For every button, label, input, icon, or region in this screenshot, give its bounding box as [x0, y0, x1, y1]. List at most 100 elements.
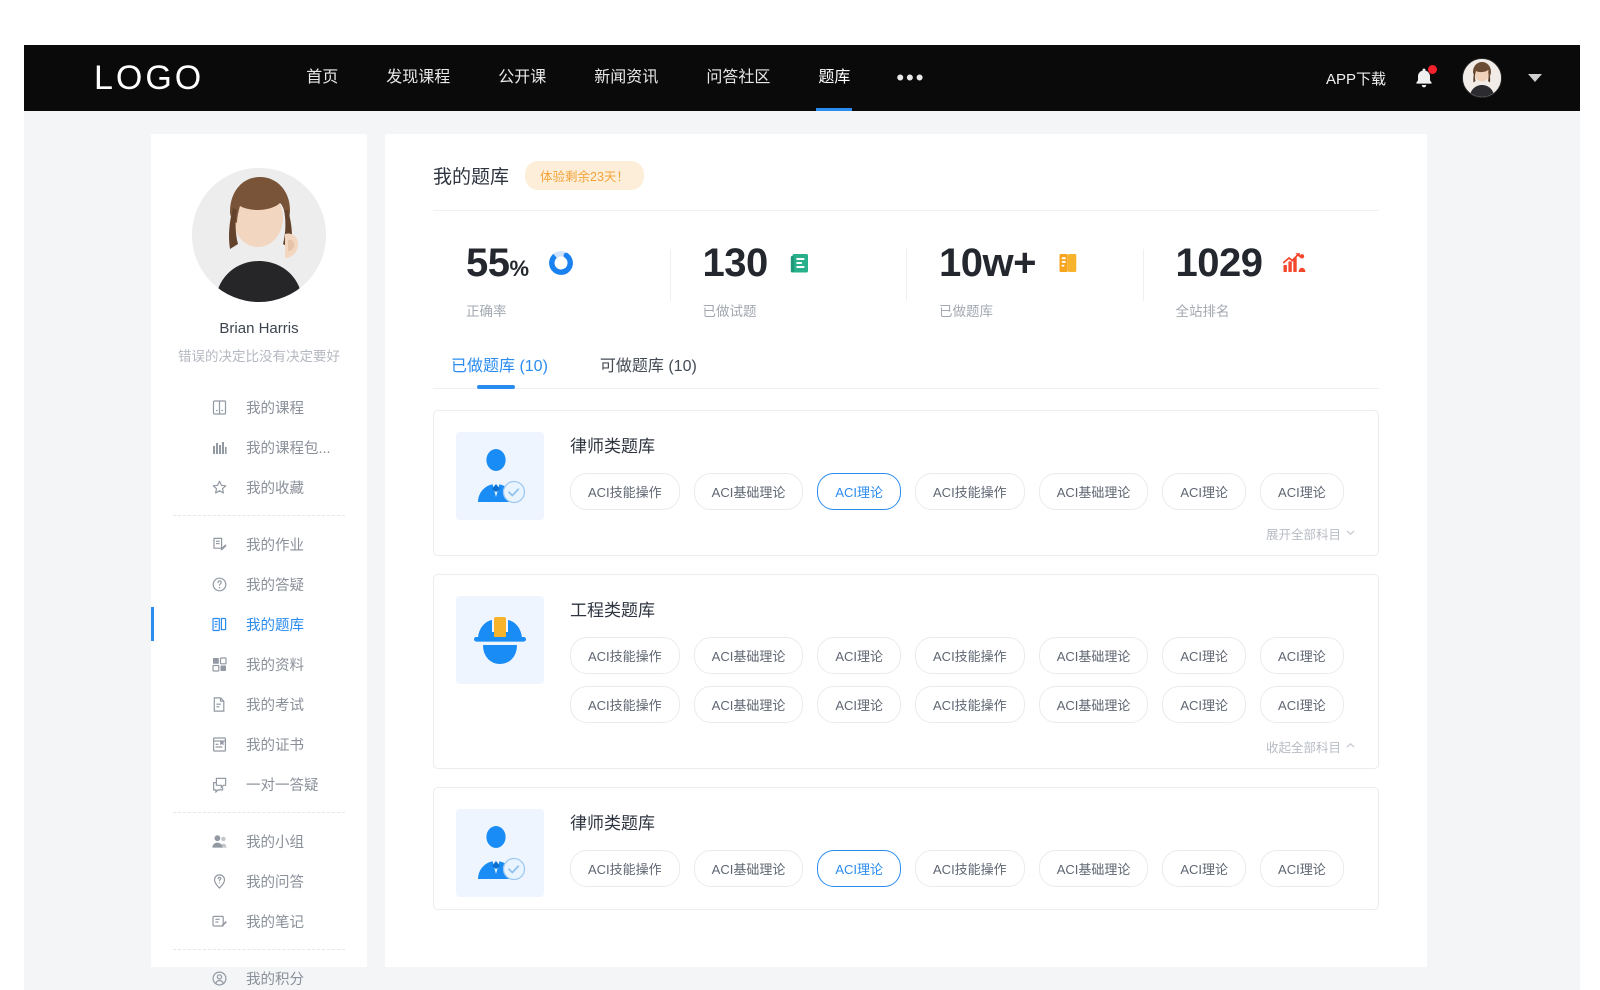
stat-label: 正确率 [466, 300, 670, 320]
subject-tag[interactable]: ACI理论 [1162, 473, 1246, 510]
sidebar-item-17[interactable]: 我的积分 [151, 958, 367, 990]
nav-item-6[interactable]: 题库 [794, 45, 874, 111]
trial-status-badge: 体验剩余23天！ [525, 161, 644, 190]
page-title: 我的题库 [433, 162, 509, 189]
subject-tag[interactable]: ACI理论 [1260, 850, 1344, 887]
sidebar-item-7[interactable]: 我的题库 [151, 604, 367, 644]
toggle-subjects-link[interactable]: 收起全部科目 [1266, 737, 1356, 756]
sidebar-item-3[interactable]: 我的收藏 [151, 467, 367, 507]
stat-value: 1029 [1176, 243, 1263, 283]
subject-tag[interactable]: ACI基础理论 [1039, 637, 1149, 674]
subject-tag[interactable]: ACI理论 [1260, 473, 1344, 510]
subject-tag[interactable]: ACI理论 [1162, 686, 1246, 723]
subject-tag[interactable]: ACI技能操作 [915, 686, 1025, 723]
subject-tag[interactable]: ACI基础理论 [1039, 850, 1149, 887]
card-title: 工程类题库 [570, 596, 1356, 621]
sidebar-item-6[interactable]: 我的答疑 [151, 564, 367, 604]
lawyer-avatar-icon [456, 809, 544, 897]
subject-tag[interactable]: ACI理论 [1260, 637, 1344, 674]
subject-tag[interactable]: ACI基础理论 [1039, 686, 1149, 723]
subject-tag[interactable]: ACI技能操作 [570, 686, 680, 723]
nav-item-4[interactable]: 新闻资讯 [570, 45, 682, 111]
nav-item-3[interactable]: 公开课 [474, 45, 570, 111]
tab-2[interactable]: 可做题库 (10) [600, 352, 697, 389]
question-bank-card[interactable]: 律师类题库ACI技能操作ACI基础理论ACI理论ACI技能操作ACI基础理论AC… [433, 410, 1379, 556]
notification-bell-icon[interactable] [1412, 66, 1436, 90]
subject-tag-row: ACI技能操作 ACI基础理论 ACI理论 ACI技能操作 ACI基础理论 ACI理论 AC… [570, 473, 1356, 510]
stat-label: 已做题库 [939, 300, 1143, 320]
tab-bar: 已做题库 (10) 可做题库 (10) [433, 338, 1379, 389]
sidebar-item-1[interactable]: 我的课程 [151, 387, 367, 427]
sidebar-item-15[interactable]: 我的笔记 [151, 901, 367, 941]
subject-tag[interactable]: ACI技能操作 [915, 637, 1025, 674]
subject-tag[interactable]: ACI技能操作 [915, 850, 1025, 887]
subject-tag[interactable]: ACI理论 [1162, 637, 1246, 674]
sidebar-profile-photo [192, 168, 326, 302]
sidebar-item-9[interactable]: 我的考试 [151, 684, 367, 724]
subject-tag[interactable]: ACI技能操作 [570, 473, 680, 510]
subject-tag[interactable]: ACI理论 [1162, 850, 1246, 887]
note-pencil-icon [211, 913, 228, 930]
chevron-up-icon [1345, 740, 1356, 754]
subject-tag[interactable]: ACI技能操作 [915, 473, 1025, 510]
sidebar-item-10[interactable]: 我的证书 [151, 724, 367, 764]
subject-tag[interactable]: ACI理论 [817, 686, 901, 723]
nav-more-icon[interactable]: ••• [874, 45, 947, 111]
subject-tag[interactable]: ACI理论 [817, 850, 901, 887]
subject-tag[interactable]: ACI技能操作 [570, 850, 680, 887]
stat-label: 已做试题 [703, 300, 907, 320]
question-bank-icon [211, 616, 228, 633]
user-avatar[interactable] [1462, 58, 1502, 98]
subject-tag[interactable]: ACI基础理论 [694, 686, 804, 723]
question-bank-card[interactable]: 工程类题库 ACI技能操作 ACI基础理论 ACI理论 ACI技能操作 ACI基础理论 AC… [433, 574, 1379, 769]
sidebar-item-11[interactable]: 一对一答疑 [151, 764, 367, 804]
points-icon [211, 970, 228, 987]
subject-tag-row: ACI技能操作 ACI基础理论 ACI理论 ACI技能操作 ACI基础理论 ACI理论 AC… [570, 850, 1356, 887]
subject-tag[interactable]: ACI理论 [817, 473, 901, 510]
card-body: 律师类题库ACI技能操作ACI基础理论ACI理论ACI技能操作ACI基础理论AC… [570, 809, 1356, 897]
sidebar-item-label: 我的问答 [246, 871, 304, 892]
app-page: LOGO 首页发现课程公开课新闻资讯问答社区题库 ••• APP下载 [24, 45, 1580, 990]
stat-number: 10w+ [939, 241, 1036, 285]
subject-tags: ACI技能操作 ACI基础理论 ACI理论 ACI技能操作 ACI基础理论 ACI理论 AC… [570, 850, 1356, 887]
certificate-icon [211, 736, 228, 753]
sidebar-item-label: 我的证书 [246, 734, 304, 755]
toggle-subjects-label: 收起全部科目 [1266, 737, 1341, 756]
top-nav-right: APP下载 [1326, 58, 1542, 98]
nav-item-1[interactable]: 首页 [282, 45, 362, 111]
site-logo[interactable]: LOGO [94, 59, 204, 98]
sidebar-divider [173, 515, 345, 516]
stats-row: 55%正确率130已做试题10w+已做题库1029全站排名 [433, 211, 1379, 338]
card-title: 律师类题库 [570, 432, 1356, 457]
stat-value: 10w+ [939, 243, 1036, 283]
subject-tag[interactable]: ACI基础理论 [694, 850, 804, 887]
question-bank-card-list: 律师类题库ACI技能操作ACI基础理论ACI理论ACI技能操作ACI基础理论AC… [433, 389, 1379, 910]
card-body: 律师类题库ACI技能操作ACI基础理论ACI理论ACI技能操作ACI基础理论AC… [570, 432, 1356, 543]
app-download-link[interactable]: APP下载 [1326, 68, 1386, 89]
question-bank-card[interactable]: 律师类题库ACI技能操作ACI基础理论ACI理论ACI技能操作ACI基础理论AC… [433, 787, 1379, 910]
star-icon [211, 479, 228, 496]
subject-tag[interactable]: ACI技能操作 [570, 637, 680, 674]
main-nav-items: 首页发现课程公开课新闻资讯问答社区题库 [282, 45, 874, 111]
card-footer: 收起全部科目 [570, 737, 1356, 756]
subject-tag[interactable]: ACI理论 [1260, 686, 1344, 723]
sidebar-item-13[interactable]: 我的小组 [151, 821, 367, 861]
nav-item-5[interactable]: 问答社区 [682, 45, 794, 111]
sidebar-item-2[interactable]: 我的课程包... [151, 427, 367, 467]
sidebar-user-motto: 错误的决定比没有决定要好 [151, 345, 367, 365]
sidebar-item-14[interactable]: 我的问答 [151, 861, 367, 901]
subject-tag[interactable]: ACI理论 [817, 637, 901, 674]
notification-badge-dot [1428, 65, 1437, 74]
tab-1[interactable]: 已做题库 (10) [451, 352, 548, 389]
chevron-down-icon [1345, 527, 1356, 541]
stat-value: 130 [703, 243, 768, 283]
sidebar-item-8[interactable]: 我的资料 [151, 644, 367, 684]
chevron-down-icon[interactable] [1528, 74, 1542, 82]
sidebar-item-5[interactable]: 我的作业 [151, 524, 367, 564]
sidebar-item-label: 我的答疑 [246, 574, 304, 595]
toggle-subjects-link[interactable]: 展开全部科目 [1266, 524, 1356, 543]
subject-tag[interactable]: ACI基础理论 [694, 473, 804, 510]
subject-tag[interactable]: ACI基础理论 [694, 637, 804, 674]
subject-tag[interactable]: ACI基础理论 [1039, 473, 1149, 510]
nav-item-2[interactable]: 发现课程 [362, 45, 474, 111]
